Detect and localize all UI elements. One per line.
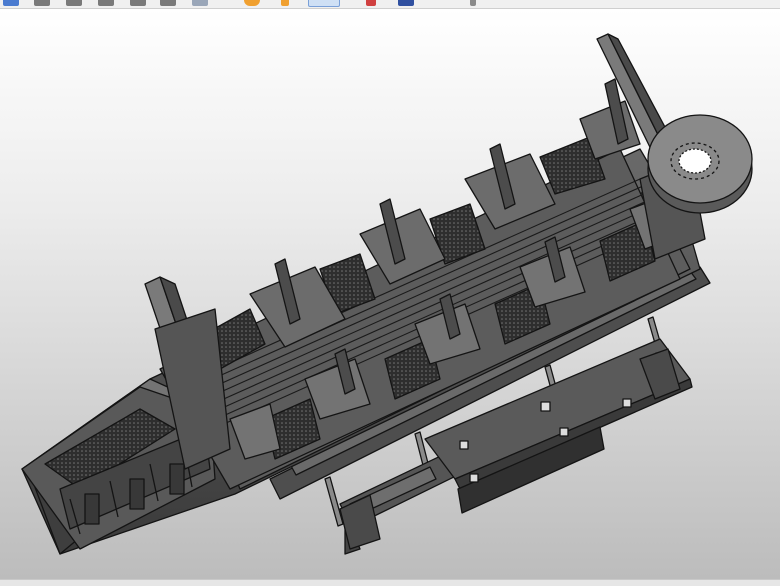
3d-viewport[interactable] — [0, 9, 780, 579]
section-icon[interactable] — [160, 0, 176, 6]
ruler-icon[interactable] — [192, 0, 208, 6]
3d-model — [21, 33, 753, 555]
sun-icon[interactable] — [244, 0, 260, 6]
save-view-icon[interactable] — [398, 0, 414, 6]
shading-icon[interactable] — [308, 0, 340, 7]
pan-icon[interactable] — [34, 0, 50, 6]
pin-icon[interactable] — [281, 0, 289, 6]
zoom-icon[interactable] — [66, 0, 82, 6]
rotate-icon[interactable] — [98, 0, 114, 6]
select-icon[interactable] — [3, 0, 19, 6]
paint-icon[interactable] — [366, 0, 376, 6]
fit-view-icon[interactable] — [130, 0, 146, 6]
wheel-disc — [647, 114, 753, 214]
toolbar — [0, 0, 780, 9]
pointer-icon[interactable] — [470, 0, 476, 6]
